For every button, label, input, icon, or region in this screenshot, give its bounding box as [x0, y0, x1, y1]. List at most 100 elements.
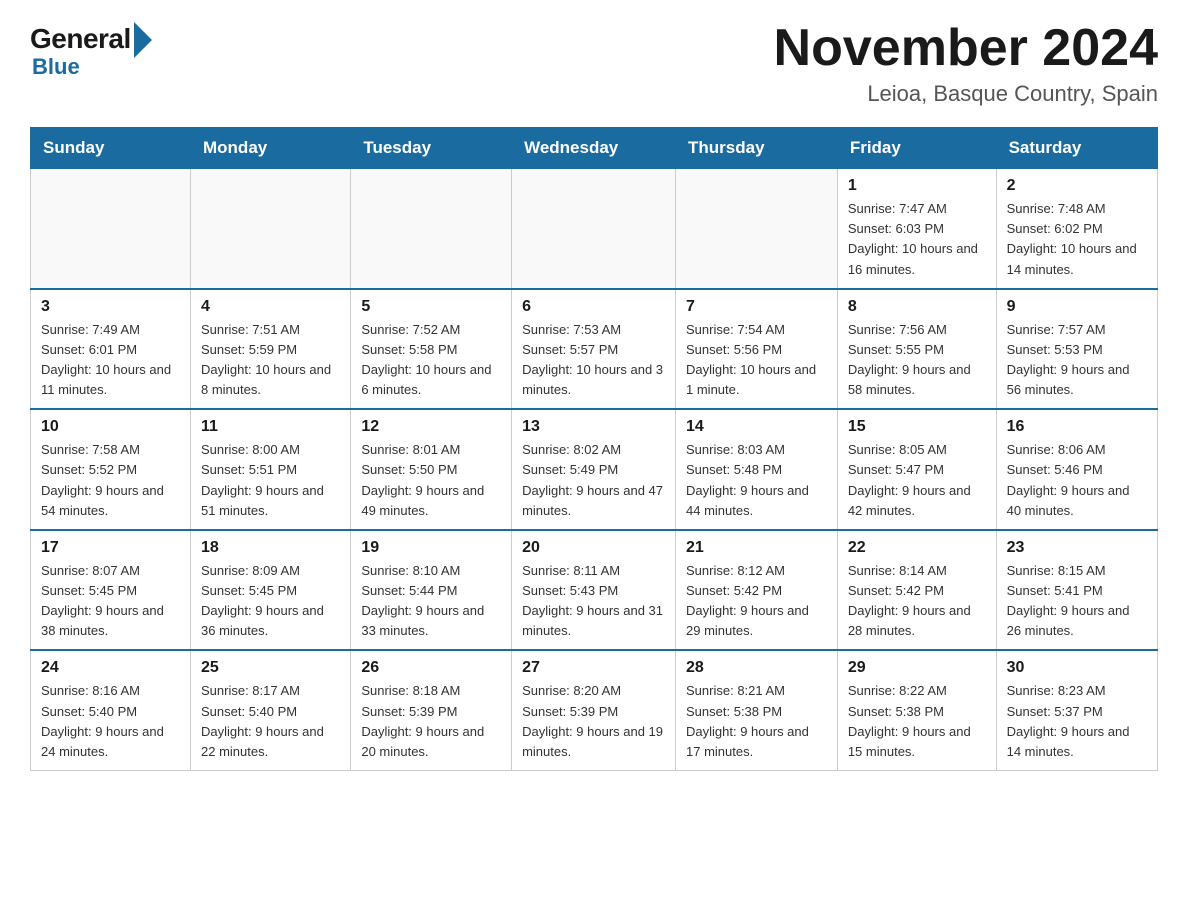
day-cell: 29 Sunrise: 8:22 AM Sunset: 5:38 PM Dayli…	[837, 650, 996, 770]
logo-top: General	[30, 20, 156, 58]
day-info: Sunrise: 8:01 AM Sunset: 5:50 PM Dayligh…	[361, 440, 501, 521]
day-info: Sunrise: 8:14 AM Sunset: 5:42 PM Dayligh…	[848, 561, 986, 642]
day-cell: 19 Sunrise: 8:10 AM Sunset: 5:44 PM Dayli…	[351, 530, 512, 651]
day-cell: 12 Sunrise: 8:01 AM Sunset: 5:50 PM Dayli…	[351, 409, 512, 530]
day-info: Sunrise: 7:58 AM Sunset: 5:52 PM Dayligh…	[41, 440, 180, 521]
day-cell: 28 Sunrise: 8:21 AM Sunset: 5:38 PM Dayli…	[676, 650, 838, 770]
day-cell	[512, 169, 676, 289]
day-cell: 15Sunrise: 8:05 AM Sunset: 5:47 PM Dayli…	[837, 409, 996, 530]
day-number: 7	[686, 298, 827, 316]
day-info: Sunrise: 8:02 AM Sunset: 5:49 PM Dayligh…	[522, 440, 665, 521]
day-cell: 23Sunrise: 8:15 AM Sunset: 5:41 PM Dayli…	[996, 530, 1157, 651]
day-number: 25	[201, 659, 340, 677]
day-info: Sunrise: 8:15 AM Sunset: 5:41 PM Dayligh…	[1007, 561, 1147, 642]
week-row-2: 3Sunrise: 7:49 AM Sunset: 6:01 PM Daylig…	[31, 289, 1158, 410]
day-cell: 8 Sunrise: 7:56 AM Sunset: 5:55 PM Daylig…	[837, 289, 996, 410]
logo: General Blue	[30, 20, 156, 80]
column-header-thursday: Thursday	[676, 128, 838, 169]
day-number: 9	[1007, 298, 1147, 316]
calendar-title: November 2024	[774, 20, 1158, 77]
day-info: Sunrise: 7:53 AM Sunset: 5:57 PM Dayligh…	[522, 320, 665, 401]
day-cell: 1Sunrise: 7:47 AM Sunset: 6:03 PM Daylig…	[837, 169, 996, 289]
day-cell: 3Sunrise: 7:49 AM Sunset: 6:01 PM Daylig…	[31, 289, 191, 410]
column-header-wednesday: Wednesday	[512, 128, 676, 169]
day-cell: 30Sunrise: 8:23 AM Sunset: 5:37 PM Dayli…	[996, 650, 1157, 770]
day-cell	[351, 169, 512, 289]
day-cell	[191, 169, 351, 289]
day-number: 22	[848, 539, 986, 557]
day-info: Sunrise: 8:09 AM Sunset: 5:45 PM Dayligh…	[201, 561, 340, 642]
day-number: 24	[41, 659, 180, 677]
week-row-5: 24 Sunrise: 8:16 AM Sunset: 5:40 PM Dayli…	[31, 650, 1158, 770]
day-info: Sunrise: 8:16 AM Sunset: 5:40 PM Dayligh…	[41, 681, 180, 762]
page-header: General Blue November 2024 Leioa, Basque…	[30, 20, 1158, 107]
day-number: 26	[361, 659, 501, 677]
day-number: 2	[1007, 177, 1147, 195]
day-info: Sunrise: 7:48 AM Sunset: 6:02 PM Dayligh…	[1007, 199, 1147, 280]
day-info: Sunrise: 8:12 AM Sunset: 5:42 PM Dayligh…	[686, 561, 827, 642]
day-cell: 14 Sunrise: 8:03 AM Sunset: 5:48 PM Dayli…	[676, 409, 838, 530]
day-info: Sunrise: 8:03 AM Sunset: 5:48 PM Dayligh…	[686, 440, 827, 521]
day-cell: 26 Sunrise: 8:18 AM Sunset: 5:39 PM Dayli…	[351, 650, 512, 770]
day-info: Sunrise: 7:52 AM Sunset: 5:58 PM Dayligh…	[361, 320, 501, 401]
day-cell: 25 Sunrise: 8:17 AM Sunset: 5:40 PM Dayli…	[191, 650, 351, 770]
day-number: 8	[848, 298, 986, 316]
day-info: Sunrise: 7:51 AM Sunset: 5:59 PM Dayligh…	[201, 320, 340, 401]
calendar-table: SundayMondayTuesdayWednesdayThursdayFrid…	[30, 127, 1158, 771]
title-block: November 2024 Leioa, Basque Country, Spa…	[774, 20, 1158, 107]
logo-bottom-text: Blue	[32, 54, 80, 80]
day-number: 28	[686, 659, 827, 677]
column-header-sunday: Sunday	[31, 128, 191, 169]
day-cell: 13 Sunrise: 8:02 AM Sunset: 5:49 PM Dayli…	[512, 409, 676, 530]
day-info: Sunrise: 8:17 AM Sunset: 5:40 PM Dayligh…	[201, 681, 340, 762]
column-header-friday: Friday	[837, 128, 996, 169]
day-cell: 9Sunrise: 7:57 AM Sunset: 5:53 PM Daylig…	[996, 289, 1157, 410]
day-cell: 18Sunrise: 8:09 AM Sunset: 5:45 PM Dayli…	[191, 530, 351, 651]
day-number: 13	[522, 418, 665, 436]
column-header-saturday: Saturday	[996, 128, 1157, 169]
day-number: 17	[41, 539, 180, 557]
day-cell: 10 Sunrise: 7:58 AM Sunset: 5:52 PM Dayli…	[31, 409, 191, 530]
day-cell: 22 Sunrise: 8:14 AM Sunset: 5:42 PM Dayli…	[837, 530, 996, 651]
day-info: Sunrise: 8:11 AM Sunset: 5:43 PM Dayligh…	[522, 561, 665, 642]
day-info: Sunrise: 7:56 AM Sunset: 5:55 PM Dayligh…	[848, 320, 986, 401]
day-cell: 7 Sunrise: 7:54 AM Sunset: 5:56 PM Daylig…	[676, 289, 838, 410]
day-info: Sunrise: 8:10 AM Sunset: 5:44 PM Dayligh…	[361, 561, 501, 642]
day-cell: 27 Sunrise: 8:20 AM Sunset: 5:39 PM Dayli…	[512, 650, 676, 770]
day-number: 21	[686, 539, 827, 557]
day-number: 4	[201, 298, 340, 316]
day-number: 29	[848, 659, 986, 677]
day-number: 3	[41, 298, 180, 316]
week-row-3: 10 Sunrise: 7:58 AM Sunset: 5:52 PM Dayli…	[31, 409, 1158, 530]
day-number: 27	[522, 659, 665, 677]
day-number: 19	[361, 539, 501, 557]
day-cell: 16 Sunrise: 8:06 AM Sunset: 5:46 PM Dayli…	[996, 409, 1157, 530]
day-number: 1	[848, 177, 986, 195]
day-cell	[31, 169, 191, 289]
column-header-monday: Monday	[191, 128, 351, 169]
week-row-4: 17 Sunrise: 8:07 AM Sunset: 5:45 PM Dayli…	[31, 530, 1158, 651]
day-number: 16	[1007, 418, 1147, 436]
day-number: 20	[522, 539, 665, 557]
day-cell: 2 Sunrise: 7:48 AM Sunset: 6:02 PM Daylig…	[996, 169, 1157, 289]
column-header-tuesday: Tuesday	[351, 128, 512, 169]
day-info: Sunrise: 8:21 AM Sunset: 5:38 PM Dayligh…	[686, 681, 827, 762]
day-cell: 24 Sunrise: 8:16 AM Sunset: 5:40 PM Dayli…	[31, 650, 191, 770]
day-info: Sunrise: 8:06 AM Sunset: 5:46 PM Dayligh…	[1007, 440, 1147, 521]
day-info: Sunrise: 8:20 AM Sunset: 5:39 PM Dayligh…	[522, 681, 665, 762]
day-info: Sunrise: 8:18 AM Sunset: 5:39 PM Dayligh…	[361, 681, 501, 762]
day-number: 10	[41, 418, 180, 436]
day-info: Sunrise: 8:22 AM Sunset: 5:38 PM Dayligh…	[848, 681, 986, 762]
day-info: Sunrise: 8:07 AM Sunset: 5:45 PM Dayligh…	[41, 561, 180, 642]
day-cell: 11Sunrise: 8:00 AM Sunset: 5:51 PM Dayli…	[191, 409, 351, 530]
day-cell: 21 Sunrise: 8:12 AM Sunset: 5:42 PM Dayli…	[676, 530, 838, 651]
day-cell: 20 Sunrise: 8:11 AM Sunset: 5:43 PM Dayli…	[512, 530, 676, 651]
logo-general-text: General	[30, 23, 131, 55]
day-info: Sunrise: 8:00 AM Sunset: 5:51 PM Dayligh…	[201, 440, 340, 521]
day-number: 12	[361, 418, 501, 436]
week-row-1: 1Sunrise: 7:47 AM Sunset: 6:03 PM Daylig…	[31, 169, 1158, 289]
day-info: Sunrise: 7:54 AM Sunset: 5:56 PM Dayligh…	[686, 320, 827, 401]
day-cell: 6Sunrise: 7:53 AM Sunset: 5:57 PM Daylig…	[512, 289, 676, 410]
day-number: 14	[686, 418, 827, 436]
day-info: Sunrise: 8:23 AM Sunset: 5:37 PM Dayligh…	[1007, 681, 1147, 762]
